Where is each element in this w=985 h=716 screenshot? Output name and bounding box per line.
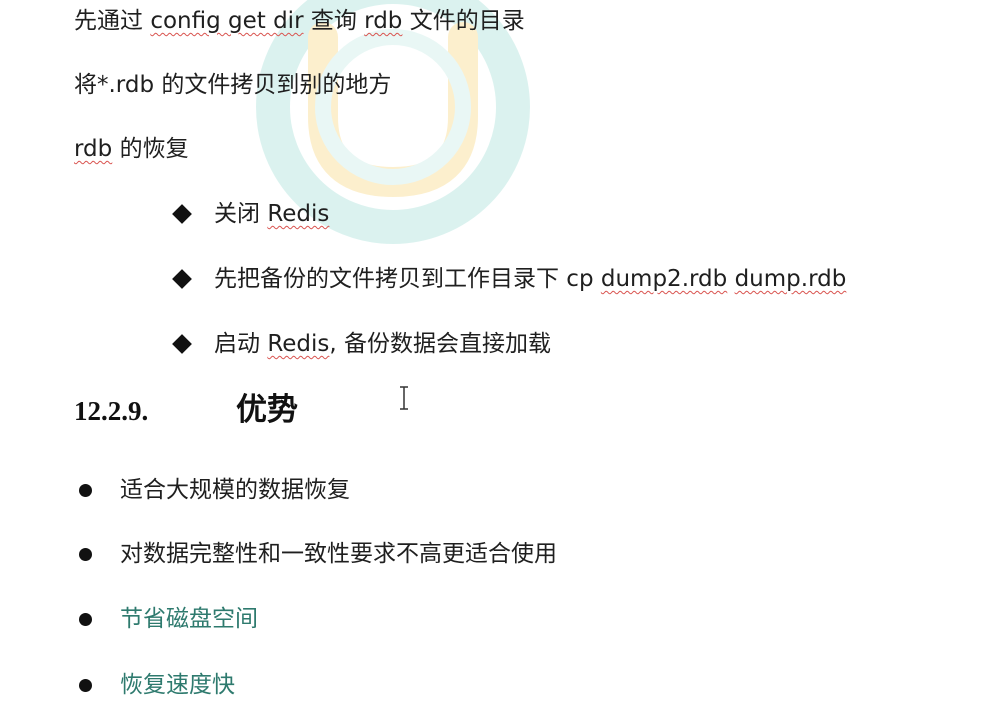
intro-line2-pre: 将 xyxy=(74,72,97,98)
step-text-space xyxy=(727,266,734,292)
bullet-dot-icon xyxy=(79,548,92,561)
bullet-dot-icon xyxy=(79,613,92,626)
brand-logo-watermark xyxy=(256,0,530,244)
bullet-dot-icon xyxy=(79,484,92,497)
intro-line-copy-file: 将*.rdb 的文件拷贝到别的地方 xyxy=(74,70,391,100)
rdb-file-pattern: *.rdb xyxy=(97,72,155,98)
intro-line3-post: 的恢复 xyxy=(112,136,189,162)
diamond-bullet-icon xyxy=(172,269,192,289)
rdb-restore-heading: rdb 的恢复 xyxy=(74,134,189,164)
diamond-bullet-icon xyxy=(172,204,192,224)
redis-term: Redis xyxy=(267,331,330,357)
intro-line1-mid: 查询 xyxy=(303,8,365,34)
list-item: 节省磁盘空间 xyxy=(120,606,258,632)
step-text: 关闭 xyxy=(214,201,268,227)
list-item: 恢复速度快 xyxy=(120,672,235,698)
step-text: 启动 xyxy=(214,331,268,357)
list-item: 对数据完整性和一致性要求不高更适合使用 xyxy=(120,541,557,567)
step-text: , 备份数据会直接加载 xyxy=(329,331,552,357)
intro-line2-post: 的文件拷贝到别的地方 xyxy=(154,72,392,98)
dump-rdb-filename: dump.rdb xyxy=(734,266,847,292)
config-get-dir-command: config get dir xyxy=(150,8,304,34)
intro-line1-post: 文件的目录 xyxy=(402,8,525,34)
bullet-dot-icon xyxy=(79,679,92,692)
dump2-rdb-filename: dump2.rdb xyxy=(600,266,728,292)
redis-term: Redis xyxy=(267,201,330,227)
intro-line1-pre: 先通过 xyxy=(74,8,151,34)
list-item: 关闭 Redis xyxy=(214,199,329,229)
step-text: 先把备份的文件拷贝到工作目录下 cp xyxy=(214,266,601,292)
list-item: 适合大规模的数据恢复 xyxy=(120,477,350,503)
list-item: 先把备份的文件拷贝到工作目录下 cp dump2.rdb dump.rdb xyxy=(214,264,846,294)
diamond-bullet-icon xyxy=(172,334,192,354)
document-page: 先通过 config get dir 查询 rdb 文件的目录 将*.rdb 的… xyxy=(0,0,985,716)
list-item: 启动 Redis, 备份数据会直接加载 xyxy=(214,329,551,359)
intro-line-find-dir: 先通过 config get dir 查询 rdb 文件的目录 xyxy=(74,6,525,36)
section-number: 12.2.9. xyxy=(74,396,149,426)
text-cursor-icon xyxy=(400,386,408,410)
rdb-term: rdb xyxy=(74,136,113,162)
rdb-term: rdb xyxy=(364,8,403,34)
section-title: 优势 xyxy=(236,392,298,428)
